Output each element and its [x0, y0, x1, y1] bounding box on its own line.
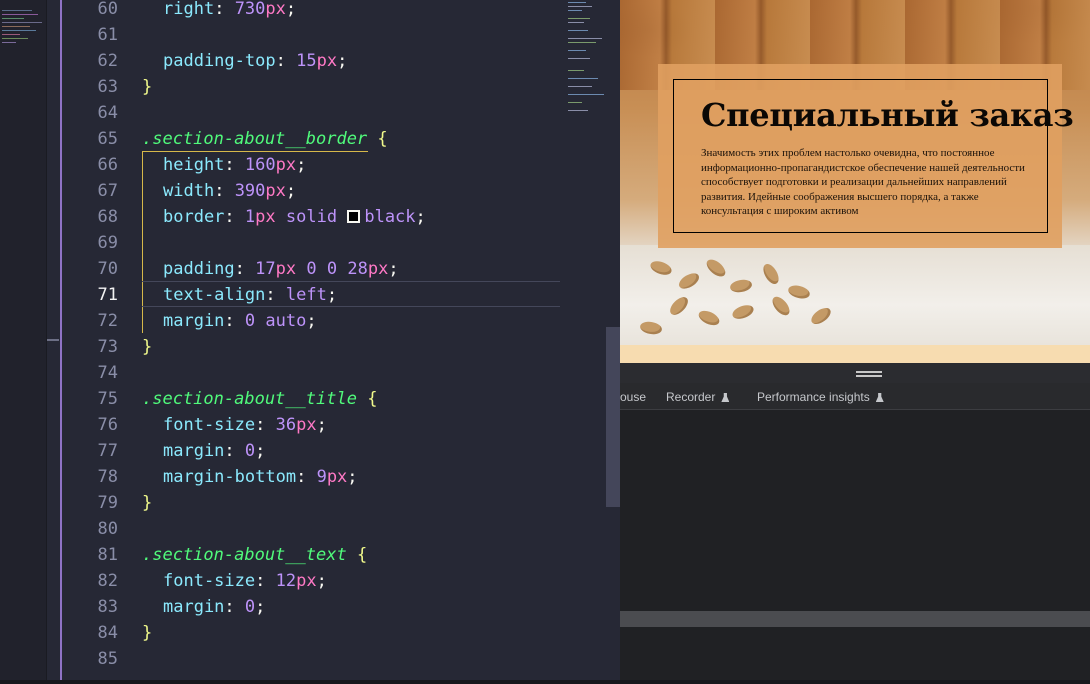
line-number: 60	[97, 0, 118, 19]
code-line-84[interactable]: }	[142, 620, 152, 646]
resize-grip-icon[interactable]	[856, 371, 882, 377]
line-number: 73	[97, 337, 118, 357]
line-number: 63	[97, 77, 118, 97]
line-number: 62	[97, 51, 118, 71]
code-line-77[interactable]: margin: 0;	[142, 438, 265, 464]
devtools-resize-bar[interactable]	[620, 363, 1090, 383]
line-number: 79	[97, 493, 118, 513]
line-number: 84	[97, 623, 118, 643]
browser-preview: Специальный заказ Значимость этих пробле…	[620, 0, 1090, 363]
code-editor[interactable]: right: 730px; padding-top: 15px; } .sect…	[0, 0, 620, 684]
code-line-82[interactable]: font-size: 12px;	[142, 568, 327, 594]
code-line-73[interactable]: }	[142, 334, 152, 360]
devtools-bottom-area	[620, 627, 1090, 684]
line-number: 61	[97, 25, 118, 45]
code-line-75[interactable]: .section-about__title {	[142, 386, 377, 412]
line-number: 71	[97, 285, 118, 305]
devtools-content[interactable]	[620, 411, 1090, 611]
line-number: 78	[97, 467, 118, 487]
line-number: 85	[97, 649, 118, 669]
line-number: 72	[97, 311, 118, 331]
tab-recorder[interactable]: Recorder	[666, 390, 730, 404]
line-number: 75	[97, 389, 118, 409]
about-text: Значимость этих проблем настолько очевид…	[701, 147, 1025, 217]
editor-scrollbar-thumb[interactable]	[606, 327, 620, 507]
about-title: Специальный заказ	[701, 96, 1074, 134]
line-number: 70	[97, 259, 118, 279]
file-explorer-panel[interactable]	[0, 0, 47, 684]
code-line-76[interactable]: font-size: 36px;	[142, 412, 327, 438]
devtools-horizontal-scrollbar[interactable]	[620, 611, 1090, 627]
window-bottom-edge	[0, 680, 1090, 684]
code-line-70[interactable]: padding: 17px 0 0 28px;	[142, 256, 399, 282]
code-line-63[interactable]: }	[142, 74, 152, 100]
minimap[interactable]	[566, 0, 606, 684]
line-number: 76	[97, 415, 118, 435]
line-number: 80	[97, 519, 118, 539]
line-number: 64	[97, 103, 118, 123]
code-line-62[interactable]: padding-top: 15px;	[142, 48, 347, 74]
code-line-78[interactable]: margin-bottom: 9px;	[142, 464, 358, 490]
line-number: 69	[97, 233, 118, 253]
code-lines[interactable]: right: 730px; padding-top: 15px; } .sect…	[142, 0, 562, 684]
line-number: 67	[97, 181, 118, 201]
line-number: 83	[97, 597, 118, 617]
code-line-71[interactable]: text-align: left;	[142, 282, 337, 308]
line-number: 77	[97, 441, 118, 461]
devtools-panel[interactable]: ouse Recorder Performance insights	[620, 363, 1090, 684]
flour-surface	[620, 245, 1090, 345]
line-number: 65	[97, 129, 118, 149]
tab-performance-insights[interactable]: Performance insights	[757, 390, 884, 404]
devtools-tabbar[interactable]: ouse Recorder Performance insights	[620, 383, 1090, 410]
line-number: 82	[97, 571, 118, 591]
code-line-81[interactable]: .section-about__text {	[142, 542, 367, 568]
line-number: 81	[97, 545, 118, 565]
experimental-flask-icon	[721, 393, 730, 402]
code-line-79[interactable]: }	[142, 490, 152, 516]
line-number: 68	[97, 207, 118, 227]
line-number: 74	[97, 363, 118, 383]
code-line-83[interactable]: margin: 0;	[142, 594, 265, 620]
code-line-65[interactable]: .section-about__border {	[142, 126, 388, 152]
color-swatch[interactable]	[347, 210, 361, 223]
code-line-60[interactable]: right: 730px;	[142, 0, 296, 22]
tab-lighthouse[interactable]: ouse	[620, 390, 646, 404]
code-line-68[interactable]: border: 1px solid black;	[142, 204, 426, 230]
experimental-flask-icon	[875, 393, 884, 402]
code-line-67[interactable]: width: 390px;	[142, 178, 296, 204]
code-line-72[interactable]: margin: 0 auto;	[142, 308, 317, 334]
page-footer-strip	[620, 345, 1090, 363]
line-number: 66	[97, 155, 118, 175]
code-line-66[interactable]: height: 160px;	[142, 152, 306, 178]
